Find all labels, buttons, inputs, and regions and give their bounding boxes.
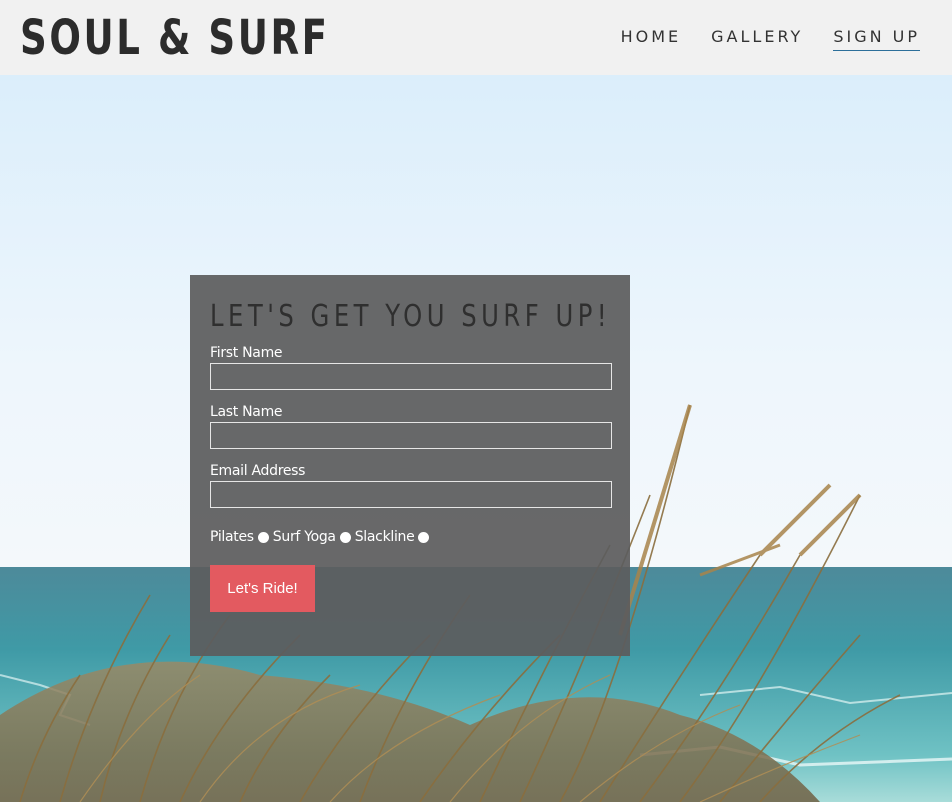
email-field: Email Address [210,463,612,508]
email-label: Email Address [210,463,306,479]
signup-form: LET'S GET YOU SURF UP! First Name Last N… [190,275,630,656]
main-nav: HOME GALLERY SIGN UP [621,26,920,51]
nav-gallery-link[interactable]: GALLERY [711,26,803,51]
option-slackline[interactable]: Slackline [355,529,430,545]
first-name-input[interactable] [210,363,612,390]
last-name-field: Last Name [210,404,612,449]
option-pilates-label: Pilates [210,529,254,545]
option-slackline-label: Slackline [354,529,415,545]
option-surf-yoga[interactable]: Surf Yoga [273,529,351,545]
nav-signup-link[interactable]: SIGN UP [833,26,920,51]
submit-button[interactable]: Let's Ride! [210,565,315,612]
site-header: SOUL & SURF HOME GALLERY SIGN UP [0,0,952,75]
option-pilates-radio[interactable] [257,531,269,543]
first-name-label: First Name [210,345,283,361]
option-surf-yoga-radio[interactable] [339,531,351,543]
last-name-label: Last Name [210,404,283,420]
nav-home-link[interactable]: HOME [621,26,682,51]
option-pilates[interactable]: Pilates [210,529,269,545]
option-surf-yoga-label: Surf Yoga [272,529,336,545]
option-slackline-radio[interactable] [418,531,430,543]
email-input[interactable] [210,481,612,508]
first-name-field: First Name [210,345,612,390]
activity-options: Pilates Surf Yoga Slackline [210,529,612,545]
site-logo[interactable]: SOUL & SURF [20,8,330,68]
last-name-input[interactable] [210,422,612,449]
form-title: LET'S GET YOU SURF UP! [210,299,612,334]
